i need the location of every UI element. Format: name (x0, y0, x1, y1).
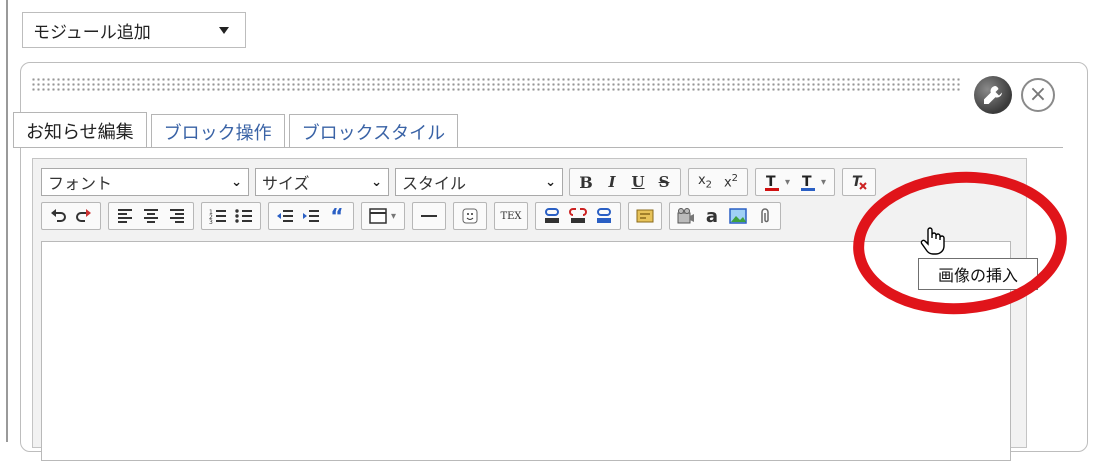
anchor-label: a (705, 205, 719, 227)
chevron-down-icon (219, 26, 229, 34)
svg-text:3: 3 (209, 219, 213, 225)
tex-icon[interactable]: TEX (498, 204, 524, 228)
template-icon[interactable] (632, 204, 658, 228)
background-color-icon[interactable]: T (795, 170, 821, 194)
color-group: T ▾ T ▾ (755, 168, 835, 196)
underline-button[interactable]: U (625, 170, 651, 194)
basic-style-group: B I U S (569, 168, 681, 196)
table-icon[interactable] (365, 204, 391, 228)
horizontal-rule-icon[interactable] (416, 204, 442, 228)
module-add-label: モジュール追加 (33, 22, 151, 43)
tex-group: TEX (494, 202, 528, 230)
toolbar-row-1: フォント ⌄ サイズ ⌄ スタイル ⌄ B I U S x2 x2 T ▾ T … (41, 167, 883, 197)
align-right-icon[interactable] (164, 204, 190, 228)
size-select[interactable]: サイズ ⌄ (255, 168, 389, 196)
chevron-down-icon: ⌄ (231, 174, 242, 190)
list-group: 123 (201, 202, 261, 230)
tab-label: お知らせ編集 (26, 121, 134, 143)
align-group (108, 202, 194, 230)
hr-group (412, 202, 446, 230)
chevron-down-icon[interactable]: ▾ (821, 177, 831, 188)
size-select-label: サイズ (262, 174, 310, 193)
italic-button[interactable]: I (599, 170, 625, 194)
attachment-icon[interactable] (751, 204, 777, 228)
module-add-select[interactable]: モジュール追加 (22, 12, 246, 48)
align-center-icon[interactable] (138, 204, 164, 228)
redo-icon[interactable] (71, 204, 97, 228)
tab-bar: お知らせ編集 ブロック操作 ブロックスタイル (13, 112, 462, 148)
toolbar-row-2: 123 “ ▾ TEX a (41, 201, 788, 231)
indent-icon[interactable] (298, 204, 324, 228)
close-icon[interactable]: × (1021, 78, 1055, 112)
tab-label: ブロック操作 (163, 122, 272, 144)
screenshot-frame: モジュール追加 × お知らせ編集 ブロック操作 ブロックスタイル フォント ⌄ … (0, 0, 1097, 461)
wrench-icon[interactable] (974, 76, 1012, 114)
style-select-label: スタイル (402, 174, 467, 193)
chevron-down-icon[interactable]: ▾ (785, 177, 795, 188)
table-group: ▾ (361, 202, 405, 230)
outdent-icon[interactable] (272, 204, 298, 228)
tabs-underline (13, 147, 1063, 148)
script-group: x2 x2 (688, 168, 748, 196)
remove-format-icon[interactable]: T (846, 170, 872, 194)
link-icon[interactable] (539, 204, 565, 228)
font-select-label: フォント (48, 174, 113, 193)
link-group (535, 202, 621, 230)
svg-text:T: T (766, 174, 776, 190)
history-group (41, 202, 101, 230)
bold-button[interactable]: B (573, 170, 599, 194)
smiley-icon[interactable] (457, 204, 483, 228)
drag-handle-grip[interactable] (31, 77, 961, 91)
remove-format-group: T (842, 168, 876, 196)
numbered-list-icon[interactable]: 123 (205, 204, 231, 228)
text-color-icon[interactable]: T (759, 170, 785, 194)
tab-block-style[interactable]: ブロックスタイル (288, 114, 459, 148)
video-icon[interactable] (673, 204, 699, 228)
template-group (628, 202, 662, 230)
chevron-down-icon[interactable]: ▾ (391, 211, 401, 222)
subscript-icon[interactable]: x2 (692, 170, 718, 194)
tab-block-operation[interactable]: ブロック操作 (150, 114, 285, 148)
strikethrough-button[interactable]: S (651, 170, 677, 194)
bullet-list-icon[interactable] (231, 204, 257, 228)
media-group: a (669, 202, 781, 230)
site-link-icon[interactable] (591, 204, 617, 228)
chevron-down-icon: ⌄ (371, 174, 382, 190)
tex-label: TEX (500, 210, 522, 222)
font-select[interactable]: フォント ⌄ (41, 168, 249, 196)
svg-text:T: T (802, 174, 812, 190)
chevron-down-icon: ⌄ (545, 174, 556, 190)
tab-label: ブロックスタイル (301, 122, 446, 144)
style-select[interactable]: スタイル ⌄ (395, 168, 563, 196)
undo-icon[interactable] (45, 204, 71, 228)
superscript-icon[interactable]: x2 (718, 170, 744, 194)
left-border-line (6, 0, 8, 442)
smiley-group (453, 202, 487, 230)
unlink-icon[interactable] (565, 204, 591, 228)
indent-group: “ (268, 202, 354, 230)
align-left-icon[interactable] (112, 204, 138, 228)
blockquote-icon[interactable]: “ (324, 204, 350, 228)
anchor-icon[interactable]: a (699, 204, 725, 228)
image-insert-icon[interactable] (725, 204, 751, 228)
tab-notice-edit[interactable]: お知らせ編集 (13, 112, 147, 148)
